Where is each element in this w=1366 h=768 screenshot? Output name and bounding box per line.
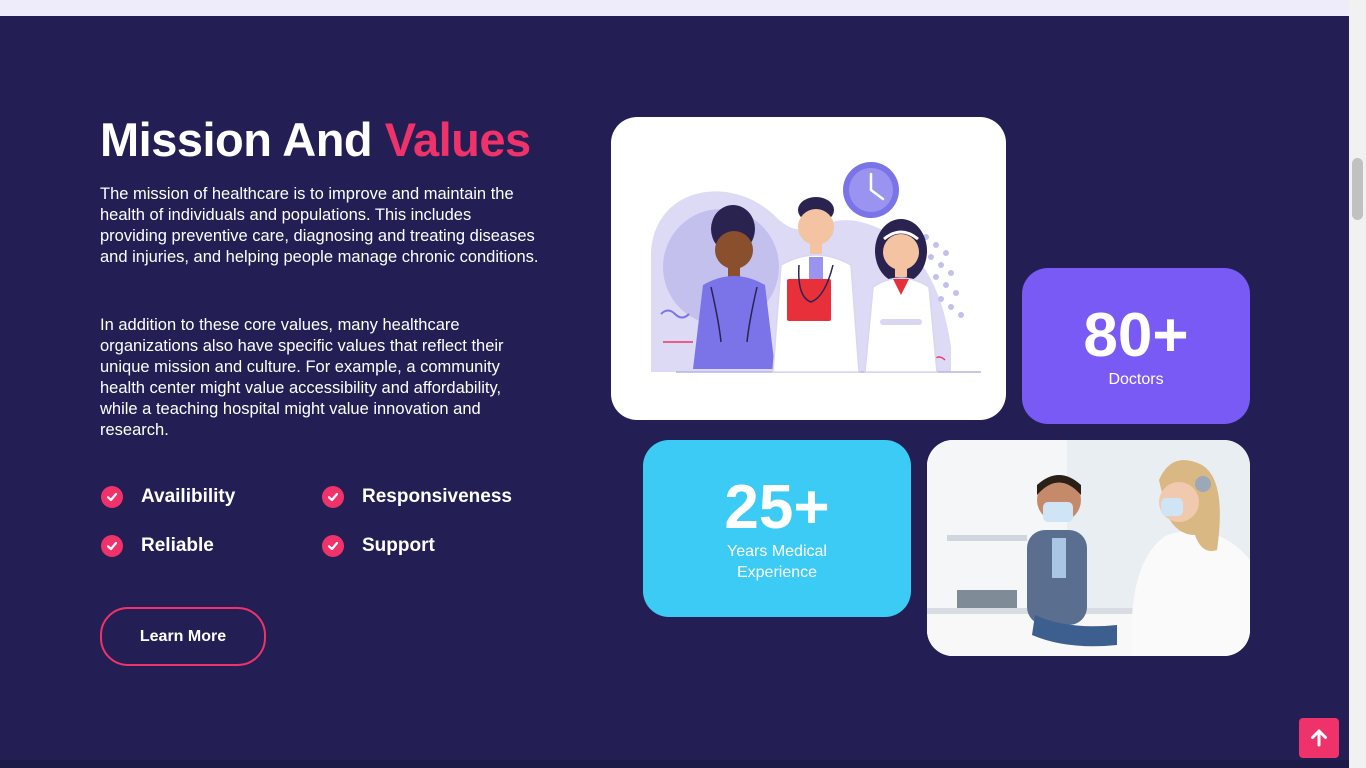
bottom-strip	[0, 760, 1349, 768]
doctors-stat-card: 80+ Doctors	[1022, 268, 1250, 424]
check-circle-icon	[101, 486, 123, 508]
learn-more-button[interactable]: Learn More	[100, 607, 266, 666]
scroll-to-top-button[interactable]	[1299, 718, 1339, 758]
title-main: Mission And	[100, 113, 373, 166]
check-circle-icon	[322, 486, 344, 508]
check-circle-icon	[322, 535, 344, 557]
scrollbar-thumb[interactable]	[1352, 158, 1363, 220]
section-title: Mission And Values	[100, 112, 531, 167]
feature-reliable: Reliable	[101, 535, 214, 557]
check-circle-icon	[101, 535, 123, 557]
feature-label: Availibility	[141, 486, 236, 507]
feature-label: Support	[362, 535, 435, 556]
doctors-label: Doctors	[1108, 370, 1164, 388]
top-strip	[0, 0, 1349, 16]
doctors-count: 80+	[1083, 300, 1189, 370]
feature-support: Support	[322, 535, 435, 557]
experience-label: Years Medical Experience	[727, 542, 827, 581]
feature-label: Reliable	[141, 535, 214, 556]
mission-paragraph-2: In addition to these core values, many h…	[100, 316, 504, 439]
feature-responsiveness: Responsiveness	[322, 486, 512, 508]
title-accent: Values	[384, 113, 531, 166]
doctors-illustration	[611, 117, 1006, 420]
mission-paragraph-1: The mission of healthcare is to improve …	[100, 185, 539, 266]
experience-years: 25+	[724, 472, 830, 542]
scrollbar[interactable]	[1349, 0, 1366, 768]
feature-availability: Availibility	[101, 486, 235, 508]
doctor-patient-photo	[927, 440, 1250, 656]
feature-label: Responsiveness	[362, 486, 512, 507]
experience-stat-card: 25+ Years Medical Experience	[643, 440, 911, 617]
arrow-up-icon	[1311, 729, 1327, 747]
